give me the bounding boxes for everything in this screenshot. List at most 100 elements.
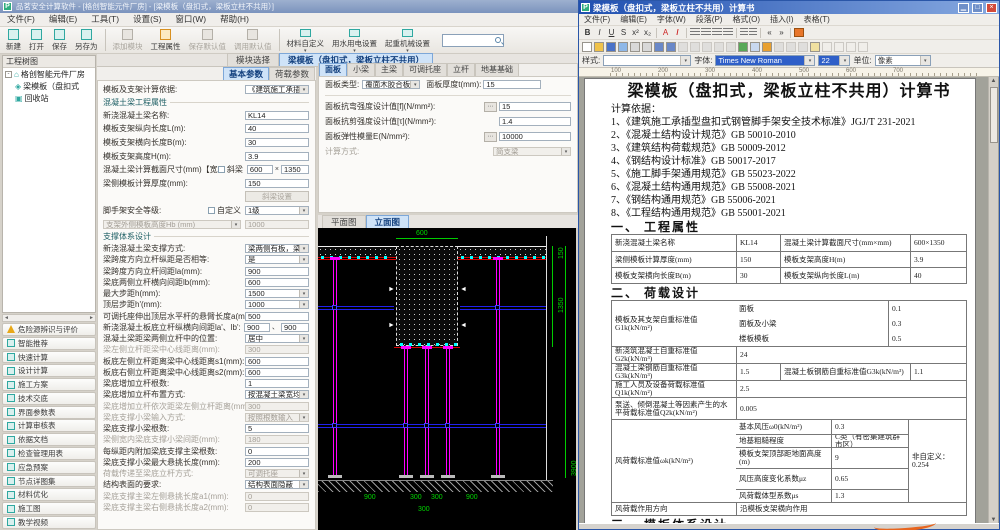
form-input[interactable]: 0 (245, 503, 309, 512)
bending-strength-input[interactable]: 15 (499, 102, 571, 111)
side-button[interactable]: 快速计算 (2, 351, 96, 364)
form-select[interactable]: 《建筑施工承插型盘扣 (245, 85, 309, 94)
italic-icon[interactable]: I (594, 27, 605, 38)
search-input[interactable] (442, 34, 504, 47)
doc-menu-item[interactable]: 格式(O) (727, 14, 765, 25)
form-input[interactable]: 900 (281, 323, 309, 332)
clipboard-icon[interactable] (618, 42, 628, 52)
frame-icon[interactable] (810, 42, 820, 52)
find-icon[interactable] (654, 42, 664, 52)
numbered-list-icon[interactable] (740, 28, 748, 37)
side-button[interactable]: 智能推荐 (2, 337, 96, 350)
menu-item[interactable]: 编辑(E) (42, 13, 84, 26)
form-input[interactable]: 900 (244, 323, 270, 332)
menu-item[interactable]: 设置(S) (126, 13, 168, 26)
redo-icon[interactable] (726, 42, 736, 52)
form-input[interactable]: 0 (245, 492, 309, 501)
form-select[interactable]: 居中 (245, 334, 309, 343)
box1-icon[interactable] (822, 42, 832, 52)
font-size-select[interactable]: 22 (818, 55, 850, 66)
custom-checkbox[interactable]: 自定义 (208, 205, 241, 216)
unit-select[interactable]: 像素 (875, 55, 931, 66)
strikethrough-icon[interactable]: S (618, 27, 629, 38)
paste-icon[interactable] (702, 42, 712, 52)
dropdown-caret-icon[interactable]: ▾ (304, 49, 307, 53)
menu-item[interactable]: 帮助(H) (213, 13, 256, 26)
module-tab[interactable]: 模块选择 (227, 53, 279, 66)
bulleted-list-icon[interactable] (749, 28, 757, 37)
height-input[interactable]: 1350 (281, 165, 309, 174)
side-button[interactable]: 界面参数表 (2, 406, 96, 419)
subscript-icon[interactable]: x₂ (642, 27, 653, 38)
save-icon[interactable] (606, 42, 616, 52)
panel-type-select[interactable]: 覆面木胶合板 (362, 80, 420, 89)
form-input[interactable]: KL14 (245, 111, 309, 120)
form-select[interactable]: 梁两侧有板，梁底小 (245, 244, 309, 253)
side-button[interactable]: 应急预案 (2, 461, 96, 474)
underline-icon[interactable]: U (606, 27, 617, 38)
elastic-modulus-input[interactable]: 10000 (499, 132, 571, 141)
form-select[interactable]: 1500 (245, 289, 309, 298)
tree-horizontal-scrollbar[interactable]: ◄► (2, 314, 96, 322)
form-select[interactable]: 可调托座 (245, 469, 309, 478)
link-icon[interactable] (786, 42, 796, 52)
form-select[interactable]: 1000 (245, 300, 309, 309)
doc-menu-item[interactable]: 编辑(E) (615, 14, 652, 25)
side-button[interactable]: 施工方案 (2, 378, 96, 391)
anchor-icon[interactable] (798, 42, 808, 52)
side-button[interactable]: 材料优化 (2, 488, 96, 501)
side-button[interactable]: 技术交底 (2, 392, 96, 405)
side-button[interactable]: 节点详图集 (2, 475, 96, 488)
cut-icon[interactable] (678, 42, 688, 52)
align-center-icon[interactable] (701, 28, 711, 37)
form-input[interactable]: 0 (245, 447, 309, 456)
dropdown-caret-icon[interactable]: ▾ (353, 49, 356, 53)
toolbar-button[interactable]: 打开 (25, 28, 48, 53)
doc-menu-item[interactable]: 表格(T) (799, 14, 835, 25)
form-select[interactable]: 结构表面隐蔽 (245, 480, 309, 489)
toolbar-button[interactable]: 调用默认值 (230, 28, 276, 53)
scroll-thumb[interactable] (990, 87, 998, 143)
maximize-button[interactable]: □ (972, 3, 983, 13)
align-left-icon[interactable] (690, 28, 700, 37)
form-select[interactable]: 支架外侧模板高度Hb (mm) (103, 220, 241, 229)
component-tab[interactable]: 小梁 (347, 63, 375, 76)
form-select[interactable]: 按照根数输入 (245, 413, 309, 422)
form-input[interactable]: 3.9 (245, 152, 309, 161)
print-icon[interactable] (630, 42, 640, 52)
doc-menu-item[interactable]: 插入(I) (765, 14, 799, 25)
tree-node-module[interactable]: ◈ 梁模板（盘扣式 (3, 80, 95, 92)
box4-icon[interactable] (858, 42, 868, 52)
insert-table-icon[interactable] (750, 42, 760, 52)
form-select[interactable]: 是 (245, 255, 309, 264)
align-justify-icon[interactable] (723, 28, 733, 37)
drawing-tab[interactable]: 平面图 (322, 215, 366, 228)
form-select[interactable]: 按混凝土梁宽均分 (245, 390, 309, 399)
oblique-checkbox[interactable]: 斜梁 (218, 164, 243, 175)
copy-icon[interactable] (690, 42, 700, 52)
tree-node-root[interactable]: - ⌂ 格创智能元件厂房 (3, 68, 95, 80)
component-tab[interactable]: 主梁 (375, 63, 403, 76)
preview-icon[interactable] (642, 42, 652, 52)
form-input[interactable]: 600 (245, 357, 309, 366)
menu-item[interactable]: 文件(F) (0, 13, 42, 26)
component-tab[interactable]: 地基基础 (475, 63, 519, 76)
toolbar-button[interactable]: 添加模块 (109, 28, 147, 53)
indent-icon[interactable]: » (776, 27, 787, 38)
calc-method-select[interactable]: 简支梁 (493, 147, 571, 156)
doc-menu-item[interactable]: 字体(W) (652, 14, 691, 25)
width-input[interactable]: 600 (247, 165, 273, 174)
form-select[interactable]: 1级 (245, 206, 309, 215)
param-tab[interactable]: 荷载参数 (269, 67, 315, 80)
form-input[interactable]: 1 (245, 379, 309, 388)
form-input[interactable]: 200 (245, 458, 309, 467)
toolbar-button[interactable]: 材料自定义▾ (283, 28, 329, 53)
doc-vertical-scrollbar[interactable]: ▲▼ (988, 77, 998, 525)
side-button[interactable]: 教学视频 (2, 516, 96, 529)
doc-menu-item[interactable]: 文件(F) (579, 14, 615, 25)
tree-collapse-icon[interactable]: - (5, 71, 12, 78)
replace-icon[interactable] (666, 42, 676, 52)
checkbox-icon[interactable] (208, 207, 215, 214)
form-input[interactable]: 300 (245, 402, 309, 411)
new-doc-icon[interactable] (582, 42, 592, 52)
